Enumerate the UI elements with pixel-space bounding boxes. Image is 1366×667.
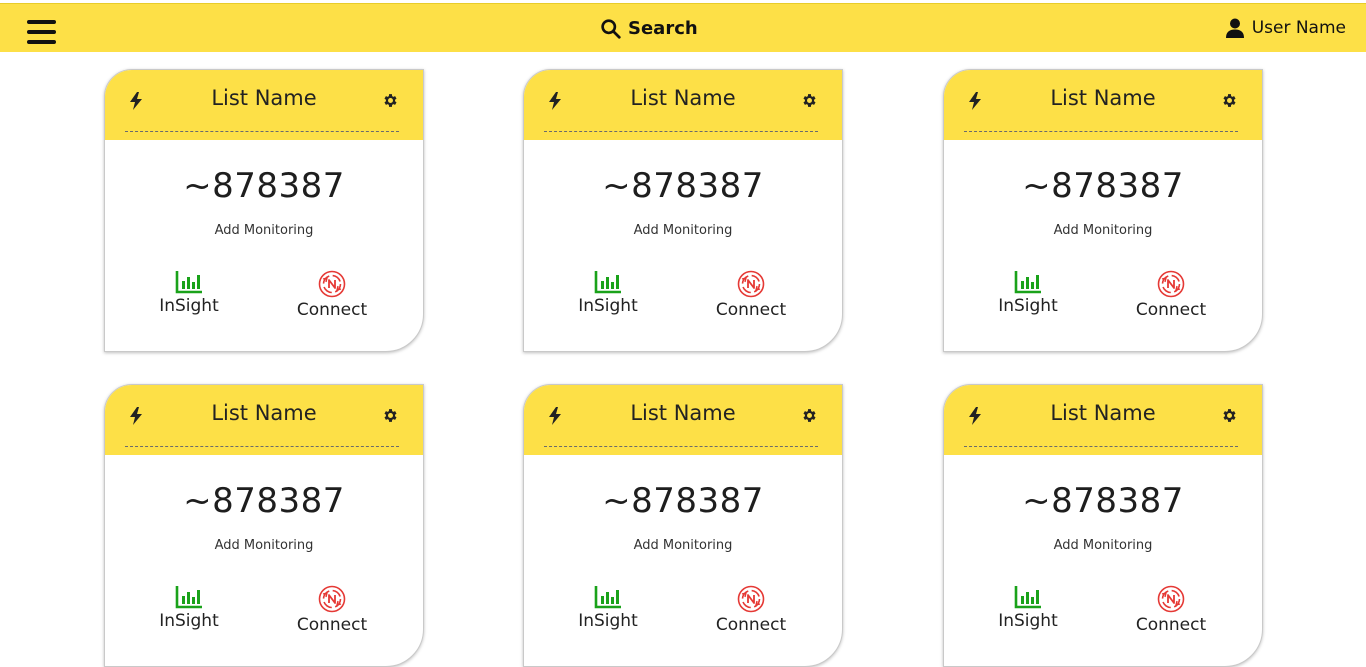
hamburger-icon-line [27,30,56,34]
gear-icon[interactable] [801,92,818,109]
list-card[interactable]: List Name ~878387 Add Monitoring InSight [523,384,843,667]
connect-button[interactable]: Connect [1116,270,1226,320]
card-title: List Name [630,86,736,110]
connect-label: Connect [715,300,787,320]
connect-label: Connect [1135,615,1207,635]
insight-label: InSight [159,611,219,631]
insight-label: InSight [159,296,219,316]
gear-icon[interactable] [801,407,818,424]
list-card[interactable]: List Name ~878387 Add Monitoring InSight [943,384,1263,667]
card-title: List Name [1050,86,1156,110]
add-monitoring-link[interactable]: Add Monitoring [105,223,423,238]
list-card[interactable]: List Name ~878387 Add Monitoring InSight [104,384,424,667]
insight-button[interactable]: InSight [134,585,244,631]
connect-label: Connect [1135,300,1207,320]
connect-icon [318,585,346,613]
connect-button[interactable]: Connect [1116,585,1226,635]
bar-chart-icon [594,271,621,294]
connect-button[interactable]: Connect [277,270,387,320]
menu-button[interactable] [27,18,56,46]
card-header: List Name [105,70,423,140]
header-divider [125,446,399,447]
add-monitoring-link[interactable]: Add Monitoring [944,223,1262,238]
search-label: Search [628,17,698,39]
user-menu[interactable]: User Name [1225,16,1346,40]
search-button[interactable]: Search [600,16,698,40]
bar-chart-icon [175,586,202,609]
connect-icon [737,270,765,298]
card-header: List Name [524,385,842,455]
card-value: ~878387 [183,481,345,521]
header-divider [544,131,818,132]
card-value: ~878387 [602,166,764,206]
insight-button[interactable]: InSight [973,585,1083,631]
add-monitoring-link[interactable]: Add Monitoring [944,538,1262,553]
user-name: User Name [1251,18,1346,38]
insight-label: InSight [998,296,1058,316]
connect-icon [1157,270,1185,298]
connect-icon [318,270,346,298]
card-header: List Name [944,385,1262,455]
gear-icon[interactable] [1221,407,1238,424]
connect-label: Connect [715,615,787,635]
hamburger-icon-line [27,40,56,44]
insight-label: InSight [998,611,1058,631]
connect-icon [737,585,765,613]
card-header: List Name [524,70,842,140]
gear-icon[interactable] [1221,92,1238,109]
list-card[interactable]: List Name ~878387 Add Monitoring InSight [104,69,424,352]
header-divider [544,446,818,447]
search-icon [601,18,621,39]
connect-icon [1157,585,1185,613]
header-divider [125,131,399,132]
top-bar: Search User Name [0,3,1366,52]
connect-button[interactable]: Connect [277,585,387,635]
bar-chart-icon [1014,586,1041,609]
insight-label: InSight [578,296,638,316]
card-title: List Name [630,401,736,425]
add-monitoring-link[interactable]: Add Monitoring [524,223,842,238]
add-monitoring-link[interactable]: Add Monitoring [105,538,423,553]
card-title: List Name [211,86,317,110]
insight-button[interactable]: InSight [134,270,244,316]
bar-chart-icon [175,271,202,294]
card-title: List Name [211,401,317,425]
card-header: List Name [944,70,1262,140]
connect-button[interactable]: Connect [696,270,806,320]
header-divider [964,131,1238,132]
connect-button[interactable]: Connect [696,585,806,635]
connect-label: Connect [296,300,368,320]
insight-button[interactable]: InSight [553,270,663,316]
bar-chart-icon [1014,271,1041,294]
connect-label: Connect [296,615,368,635]
user-icon [1225,18,1244,38]
bar-chart-icon [594,586,621,609]
add-monitoring-link[interactable]: Add Monitoring [524,538,842,553]
insight-button[interactable]: InSight [553,585,663,631]
gear-icon[interactable] [382,92,399,109]
gear-icon[interactable] [382,407,399,424]
insight-button[interactable]: InSight [973,270,1083,316]
card-value: ~878387 [602,481,764,521]
insight-label: InSight [578,611,638,631]
list-card[interactable]: List Name ~878387 Add Monitoring InSight [943,69,1263,352]
hamburger-icon [27,20,56,24]
card-title: List Name [1050,401,1156,425]
header-divider [964,446,1238,447]
list-card[interactable]: List Name ~878387 Add Monitoring InSight [523,69,843,352]
card-header: List Name [105,385,423,455]
card-value: ~878387 [183,166,345,206]
card-value: ~878387 [1022,481,1184,521]
card-value: ~878387 [1022,166,1184,206]
